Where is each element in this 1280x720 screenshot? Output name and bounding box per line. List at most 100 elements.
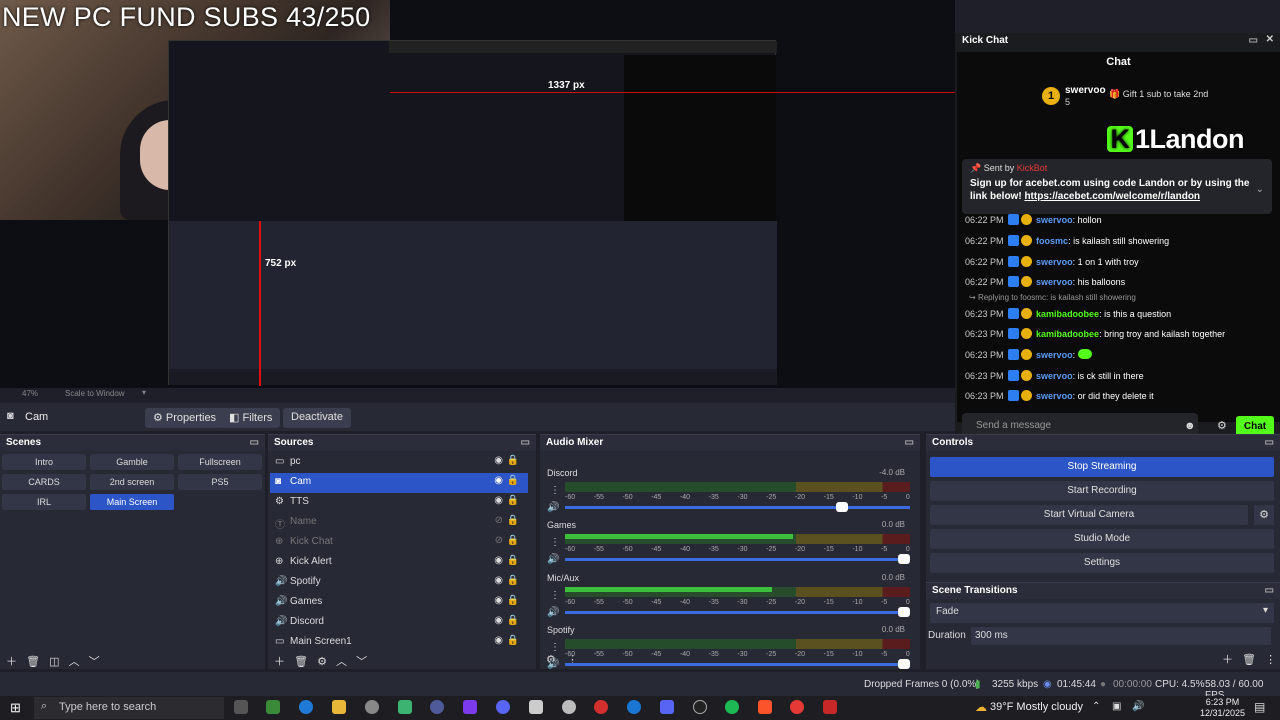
volume-slider[interactable]: [565, 659, 910, 669]
stop-streaming-button[interactable]: Stop Streaming: [930, 457, 1274, 477]
speaker-icon[interactable]: 🔊: [547, 502, 559, 513]
lock-icon[interactable]: 🔒: [507, 535, 519, 546]
move-down-icon[interactable]: ﹀: [356, 656, 367, 668]
volume-knob[interactable]: [898, 554, 910, 564]
chat-username[interactable]: swervoo: [1036, 350, 1073, 360]
trash-icon[interactable]: 🗑: [1242, 654, 1256, 666]
eye-icon[interactable]: ◉: [494, 635, 503, 646]
lock-icon[interactable]: 🔒: [507, 475, 519, 486]
lock-icon[interactable]: 🔒: [507, 575, 519, 586]
eye-hidden-icon[interactable]: ⊘: [495, 535, 503, 546]
task-view-icon[interactable]: [234, 700, 248, 714]
add-icon[interactable]: ＋: [1222, 654, 1233, 666]
scene-item[interactable]: Fullscreen: [178, 454, 262, 470]
zoom-level[interactable]: 47%: [22, 389, 38, 398]
chrome-icon[interactable]: [790, 700, 804, 714]
undock-icon[interactable]: ▭: [1265, 437, 1274, 448]
gear-icon[interactable]: ⚙: [317, 656, 327, 668]
eye-icon[interactable]: ◉: [494, 475, 503, 486]
eye-icon[interactable]: ◉: [494, 595, 503, 606]
store-icon[interactable]: [398, 700, 412, 714]
lock-icon[interactable]: 🔒: [507, 495, 519, 506]
chat-username[interactable]: kamibadoobee: [1036, 329, 1099, 339]
volume-knob[interactable]: [898, 607, 910, 617]
move-down-icon[interactable]: ﹀: [89, 656, 100, 668]
scene-item[interactable]: Intro: [2, 454, 86, 470]
volume-knob[interactable]: [898, 659, 910, 669]
xbox-icon[interactable]: [266, 700, 280, 714]
tray-chevron-icon[interactable]: ⌃: [1092, 701, 1100, 712]
gear-icon[interactable]: ⚙: [1254, 505, 1274, 525]
volume-slider[interactable]: [565, 554, 910, 564]
network-icon[interactable]: ▣: [1112, 701, 1121, 712]
stream-preview[interactable]: NEW PC FUND SUBS 43/250 1337 px 752 px: [0, 0, 955, 388]
calculator-icon[interactable]: [529, 700, 543, 714]
volume-knob[interactable]: [835, 502, 848, 512]
speaker-icon[interactable]: 🔊: [1132, 701, 1144, 712]
windows-start-icon[interactable]: ⊞: [10, 700, 21, 716]
lock-icon[interactable]: 🔒: [507, 515, 519, 526]
lock-icon[interactable]: 🔒: [507, 455, 519, 466]
menu-dots-icon[interactable]: ⋮: [1265, 654, 1276, 666]
steam-icon[interactable]: [627, 700, 641, 714]
gift-sub-prompt[interactable]: 🎁 Gift 1 sub to take 2nd: [1109, 89, 1208, 100]
source-item[interactable]: 🔊 Spotify ◉ 🔒: [270, 573, 528, 593]
chat-username[interactable]: swervoo: [1036, 215, 1073, 225]
menu-dots-icon[interactable]: ⋮: [550, 642, 560, 653]
gear-icon[interactable]: ⚙: [1217, 419, 1227, 432]
menu-dots-icon[interactable]: ⋮: [550, 590, 560, 601]
close-icon[interactable]: ✕: [1266, 34, 1274, 45]
move-up-icon[interactable]: ︿: [69, 656, 80, 668]
settings-app-icon[interactable]: [365, 700, 379, 714]
volume-slider[interactable]: [565, 502, 910, 512]
scene-item[interactable]: PS5: [178, 474, 262, 490]
chat-username[interactable]: swervoo: [1036, 371, 1073, 381]
undock-icon[interactable]: ▭: [905, 437, 914, 448]
eye-icon[interactable]: ◉: [494, 575, 503, 586]
start-recording-button[interactable]: Start Recording: [930, 481, 1274, 501]
undock-icon[interactable]: ▭: [250, 437, 259, 448]
scene-item[interactable]: CARDS: [2, 474, 86, 490]
transition-select[interactable]: Fade ▾: [930, 603, 1274, 623]
file-explorer-icon[interactable]: [332, 700, 346, 714]
lock-icon[interactable]: 🔒: [507, 555, 519, 566]
properties-button[interactable]: ⚙ Properties: [145, 408, 225, 428]
discord-icon[interactable]: [660, 700, 674, 714]
source-item[interactable]: ⊕ Kick Chat ⊘ 🔒: [270, 533, 528, 553]
gear-app-icon[interactable]: [562, 700, 576, 714]
obs-icon[interactable]: [693, 700, 707, 714]
chat-username[interactable]: swervoo: [1036, 277, 1073, 287]
eye-icon[interactable]: ◉: [494, 495, 503, 506]
move-up-icon[interactable]: ︿: [336, 656, 347, 668]
emoji-icon[interactable]: ☻: [1184, 420, 1196, 432]
deactivate-button[interactable]: Deactivate: [283, 408, 351, 428]
speaker-icon[interactable]: 🔊: [547, 554, 559, 565]
undock-icon[interactable]: ▭: [1265, 585, 1274, 596]
source-item[interactable]: ◙ Cam ◉ 🔒: [270, 473, 528, 493]
record-app-icon[interactable]: [594, 700, 608, 714]
app-red-icon[interactable]: [823, 700, 837, 714]
lock-icon[interactable]: 🔒: [507, 615, 519, 626]
chat-username[interactable]: swervoo: [1036, 257, 1073, 267]
source-item[interactable]: ⊕ Kick Alert ◉ 🔒: [270, 553, 528, 573]
weather-text[interactable]: 39°F Mostly cloudy: [990, 701, 1083, 713]
pinned-message[interactable]: 📌 Sent by KickBot Sign up for acebet.com…: [962, 159, 1272, 214]
undock-icon[interactable]: ▭: [521, 437, 530, 448]
app-icon[interactable]: [430, 700, 444, 714]
chevron-down-icon[interactable]: ⌄: [1256, 184, 1264, 195]
source-item[interactable]: 🔊 Discord ◉ 🔒: [270, 613, 528, 633]
notifications-icon[interactable]: ▤: [1254, 700, 1265, 714]
trash-icon[interactable]: 🗑: [26, 656, 40, 668]
taskbar-clock[interactable]: 6:23 PM 12/31/2025: [1200, 697, 1245, 719]
chat-username[interactable]: foosmc: [1036, 236, 1068, 246]
filters-button[interactable]: ◧ Filters: [221, 408, 281, 428]
duration-input[interactable]: 300 ms: [971, 627, 1271, 645]
speaker-icon[interactable]: 🔊: [547, 607, 559, 618]
media-icon[interactable]: [496, 700, 510, 714]
source-item[interactable]: ⚙ TTS ◉ 🔒: [270, 493, 528, 513]
source-item[interactable]: ▭ Main Screen1 ◉ 🔒: [270, 633, 528, 653]
volume-slider[interactable]: [565, 607, 910, 617]
nvidia-icon[interactable]: [463, 700, 477, 714]
source-item[interactable]: ▭ pc ◉ 🔒: [270, 453, 528, 473]
lock-icon[interactable]: 🔒: [507, 635, 519, 646]
